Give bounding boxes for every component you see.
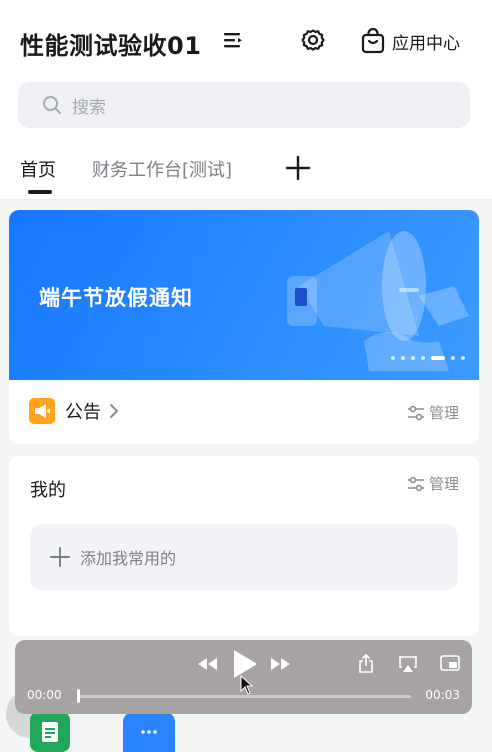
add-common-apps-label: 添加我常用的 [80, 549, 177, 568]
carousel-dot-active[interactable] [431, 356, 445, 360]
more-apps-icon[interactable] [123, 712, 175, 752]
megaphone-icon [29, 398, 55, 424]
tab-home[interactable]: 首页 [20, 156, 56, 182]
my-apps-manage-label: 管理 [428, 475, 459, 493]
app-center-label: 应用中心 [392, 33, 460, 54]
carousel-dot[interactable] [411, 356, 415, 360]
carousel-dot[interactable] [451, 356, 455, 360]
top-bar: 性能测试验收01 应用中心 搜索 首页 财务工作台[测试] [0, 0, 492, 200]
carousel-dots [385, 356, 465, 360]
share-icon[interactable] [358, 654, 374, 674]
notice-manage-label: 管理 [428, 404, 459, 422]
notice-label: 公告 [65, 402, 101, 423]
sheet-app-icon[interactable] [30, 712, 70, 752]
search-icon [43, 96, 61, 114]
picture-in-picture-icon[interactable] [440, 655, 460, 671]
notice-link[interactable]: 公告 [29, 398, 119, 424]
mouse-cursor-icon [240, 675, 254, 695]
carousel-dot[interactable] [391, 356, 395, 360]
rewind-icon[interactable] [196, 656, 218, 672]
notice-manage-button[interactable]: 管理 [407, 402, 459, 423]
carousel-dot[interactable] [421, 356, 425, 360]
page-title[interactable]: 性能测试验收01 [20, 26, 201, 61]
current-time: 00:00 [27, 688, 62, 702]
duration-time: 00:03 [425, 688, 460, 702]
sliders-icon [407, 476, 424, 491]
search-input[interactable]: 搜索 [18, 82, 470, 128]
switch-list-icon[interactable] [222, 30, 244, 50]
my-apps-manage-button[interactable]: 管理 [407, 473, 459, 494]
progress-track[interactable] [79, 695, 411, 698]
plus-icon [50, 547, 70, 567]
tab-active-indicator [28, 190, 52, 194]
my-apps-title: 我的 [30, 480, 66, 501]
carousel-dot[interactable] [461, 356, 465, 360]
gear-icon[interactable] [299, 26, 327, 54]
banner-title: 端午节放假通知 [39, 286, 193, 310]
plus-icon[interactable] [284, 154, 312, 182]
search-placeholder: 搜索 [72, 97, 106, 118]
banner-carousel[interactable]: 端午节放假通知 [9, 210, 479, 380]
chevron-right-icon [110, 404, 118, 418]
airplay-icon[interactable] [398, 655, 418, 673]
my-apps-card: 我的 管理 添加我常用的 [9, 456, 479, 636]
tab-finance-workbench[interactable]: 财务工作台[测试] [92, 156, 232, 182]
tab-bar: 首页 财务工作台[测试] [0, 150, 492, 200]
sliders-icon [407, 405, 424, 420]
fast-forward-icon[interactable] [270, 656, 292, 672]
shopping-bag-icon [361, 27, 385, 54]
progress-scrubber[interactable] [77, 689, 80, 703]
carousel-dot[interactable] [401, 356, 405, 360]
add-common-apps-button[interactable]: 添加我常用的 [30, 524, 458, 590]
announcement-card: 端午节放假通知 公告 管理 [9, 210, 479, 444]
app-center-button[interactable]: 应用中心 [360, 26, 460, 56]
